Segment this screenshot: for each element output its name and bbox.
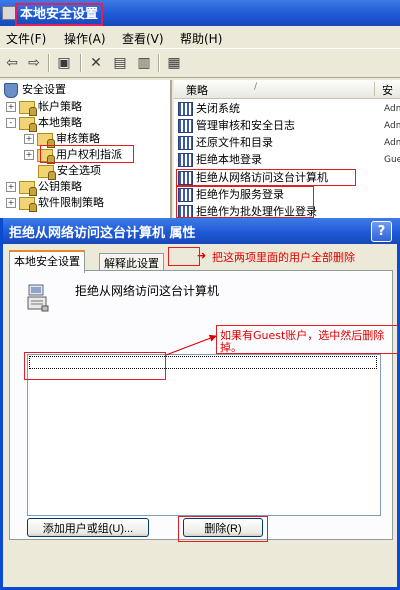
window-title: 本地安全设置: [15, 3, 104, 26]
folder-icon: [19, 100, 37, 116]
sort-indicator-icon: /: [254, 82, 258, 92]
policy-row[interactable]: 管理审核和安全日志Adm: [178, 118, 400, 134]
security-settings-icon: [4, 82, 18, 98]
dialog-title: 拒绝从网络访问这台计算机 属性: [9, 226, 196, 241]
folder-icon: [38, 164, 56, 180]
tree-pane: 安全设置 + 帐户策略 - 本地策略 + 审核策略 + 用户权利指派 安全选项 + 公钥策…: [0, 80, 172, 220]
tree-item-account-policy[interactable]: + 帐户策略: [6, 99, 82, 116]
window-title-bar: 本地安全设置: [0, 0, 400, 26]
menu-help[interactable]: 帮助(H): [180, 30, 222, 47]
local-security-settings-window: 本地安全设置 文件(F) 操作(A) 查看(V) 帮助(H) ⇦ ⇨ ▣ ✕ ▤…: [0, 0, 400, 230]
folder-icon: [19, 116, 37, 132]
column-header-security[interactable]: 安: [382, 82, 393, 98]
expand-plus-icon[interactable]: +: [6, 182, 16, 192]
expand-plus-icon[interactable]: +: [24, 150, 34, 160]
policy-list-pane: 策略 / 安 关闭系统Adm 管理审核和安全日志Adm 还原文件和目录Adm 拒…: [174, 80, 400, 220]
tree-item-user-rights-assignment[interactable]: + 用户权利指派: [24, 147, 122, 164]
annotation-guest-note-line1: 如果有Guest账户，选中然后删除: [220, 329, 385, 342]
tree-item-audit-policy[interactable]: + 审核策略: [24, 131, 100, 148]
policy-row[interactable]: 拒绝本地登录 Gue: [178, 152, 400, 168]
toolbar-separator: [48, 54, 50, 72]
tree-item-software-restriction[interactable]: + 软件限制策略: [6, 195, 104, 212]
help-button[interactable]: ?: [371, 221, 392, 242]
annotation-arrow-glyph: ➜: [197, 249, 207, 262]
tree-item-security-options[interactable]: 安全选项: [38, 163, 101, 180]
properties-dialog: 拒绝从网络访问这台计算机 属性 ? 本地安全设置 解释此设置 拒绝从网络访问这台…: [0, 218, 400, 590]
policy-icon: [178, 153, 193, 167]
properties-icon[interactable]: ▤: [110, 53, 130, 73]
policy-row[interactable]: 关闭系统Adm: [178, 101, 400, 117]
policy-name-label: 拒绝从网络访问这台计算机: [75, 284, 220, 298]
annotation-guest-note-line2: 掉。: [220, 341, 242, 354]
policy-row-deny-service-logon[interactable]: 拒绝作为服务登录: [178, 187, 400, 203]
policy-icon: [178, 188, 193, 202]
annotation-delete-users-note: 把这两项里面的用户全部删除: [212, 251, 355, 264]
menu-file[interactable]: 文件(F): [6, 30, 46, 47]
policy-row[interactable]: 还原文件和目录Adm: [178, 135, 400, 151]
add-user-or-group-button[interactable]: 添加用户或组(U)...: [27, 518, 149, 537]
toolbar: ⇦ ⇨ ▣ ✕ ▤ ▥ ▦: [0, 48, 400, 78]
policy-icon: [178, 171, 193, 185]
folder-icon: [19, 196, 37, 212]
expand-plus-icon[interactable]: +: [24, 134, 34, 144]
tree-item-security-settings[interactable]: 安全设置: [4, 82, 66, 98]
expand-plus-icon[interactable]: +: [6, 102, 16, 112]
policy-icon: [178, 205, 193, 219]
export-list-icon[interactable]: ▥: [134, 53, 154, 73]
back-arrow-icon[interactable]: ⇦: [2, 53, 22, 73]
selected-list-item[interactable]: [29, 356, 377, 369]
column-divider[interactable]: [374, 82, 375, 96]
app-icon: [2, 6, 16, 20]
policy-row-deny-network-access[interactable]: 拒绝从网络访问这台计算机: [178, 170, 400, 186]
delete-x-icon[interactable]: ✕: [86, 53, 106, 73]
folder-icon: [19, 180, 37, 196]
user-group-list[interactable]: [27, 354, 381, 516]
collapse-minus-icon[interactable]: -: [6, 118, 16, 128]
expand-plus-icon[interactable]: +: [6, 198, 16, 208]
help-book-icon[interactable]: ▦: [164, 53, 184, 73]
policy-icon: [178, 102, 193, 116]
tab-local-security-setting[interactable]: 本地安全设置: [9, 250, 85, 273]
policy-icon: [178, 119, 193, 133]
menu-bar: 文件(F) 操作(A) 查看(V) 帮助(H): [0, 28, 400, 48]
forward-arrow-icon[interactable]: ⇨: [24, 53, 44, 73]
menu-action[interactable]: 操作(A): [64, 30, 106, 47]
toolbar-separator: [80, 54, 82, 72]
dialog-title-bar: 拒绝从网络访问这台计算机 属性 ?: [3, 218, 400, 244]
column-header-policy[interactable]: 策略: [186, 82, 208, 98]
remove-button[interactable]: 删除(R): [183, 518, 263, 537]
menu-view[interactable]: 查看(V): [122, 30, 164, 47]
toolbar-separator: [158, 54, 160, 72]
list-header: 策略 / 安: [174, 80, 400, 99]
tree-item-public-key-policy[interactable]: + 公钥策略: [6, 179, 82, 196]
folder-icon: [37, 132, 55, 148]
folder-icon: [37, 148, 55, 164]
tree-item-local-policy[interactable]: - 本地策略: [6, 115, 82, 132]
policy-computer-icon: [27, 284, 49, 312]
policy-icon: [178, 136, 193, 150]
up-folder-icon[interactable]: ▣: [54, 53, 74, 73]
